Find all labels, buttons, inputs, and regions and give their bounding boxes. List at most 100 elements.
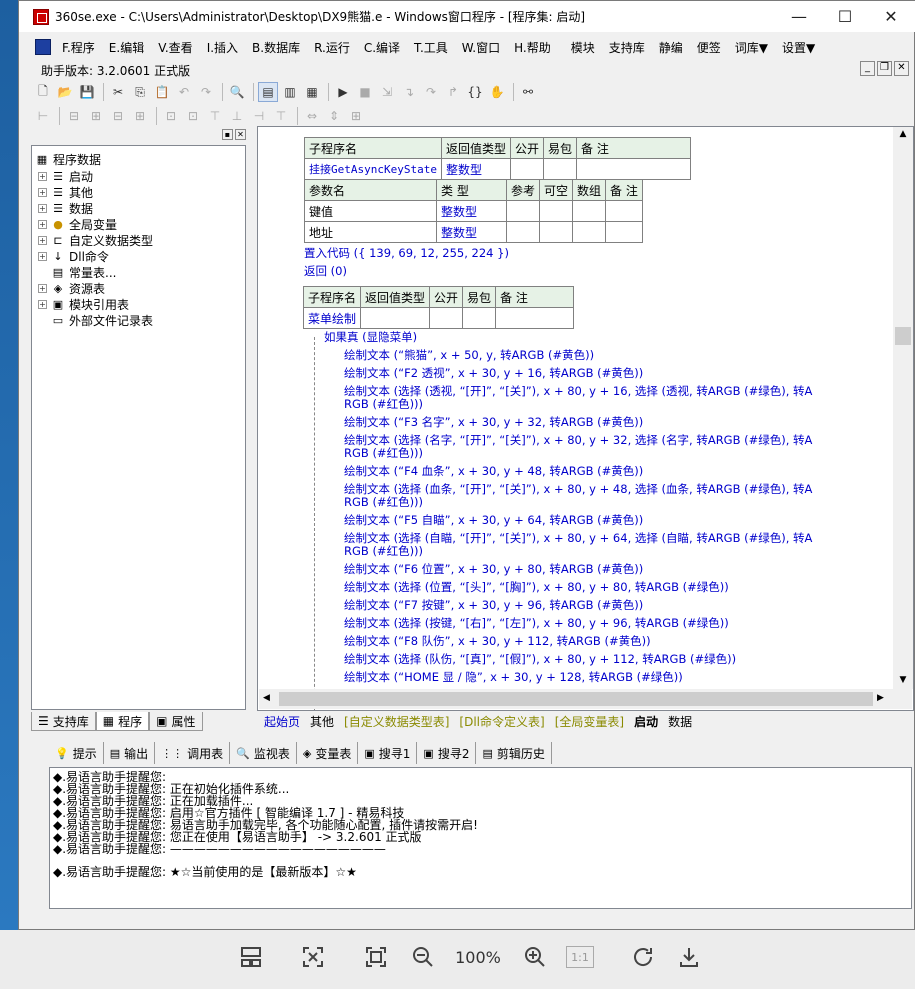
expand-icon[interactable]: + — [38, 299, 47, 309]
code-line[interactable]: 如果真 (显隐菜单) — [324, 328, 417, 346]
align-8-icon[interactable]: ⊥ — [227, 106, 247, 126]
code-line[interactable]: 置入代码 ({ 139, 69, 12, 255, 224 }) — [304, 244, 509, 262]
step-icon[interactable]: ⇲ — [377, 82, 397, 102]
sub1-pack[interactable] — [542, 158, 578, 180]
tab-clip-history[interactable]: ▤ 剪辑历史 — [476, 742, 552, 764]
mdi-close-icon[interactable]: ✕ — [894, 61, 909, 76]
align-left-icon[interactable]: ⊢ — [33, 106, 53, 126]
minimize-button[interactable]: — — [776, 1, 822, 32]
stop-icon[interactable]: ■ — [355, 82, 375, 102]
menu-settings[interactable]: 设置▼ — [775, 39, 822, 56]
new-file-icon[interactable]: 🗋 — [33, 82, 53, 102]
tree-item-other[interactable]: + ☰ 其他 — [38, 184, 93, 200]
redo-icon[interactable]: ↷ — [196, 82, 216, 102]
menu-tools[interactable]: T.工具 — [407, 39, 455, 56]
sub1-name[interactable]: 挂接GetAsyncKeyState — [304, 158, 442, 180]
code-line[interactable]: RGB (#红色))) — [344, 542, 423, 560]
menu-lexicon[interactable]: 词库▼ — [728, 39, 775, 56]
layout-3-icon[interactable]: ▦ — [302, 82, 322, 102]
align-2-icon[interactable]: ⊞ — [86, 106, 106, 126]
align-10-icon[interactable]: ⊤ — [271, 106, 291, 126]
code-line[interactable]: 绘制文本 (选择 (按键, “[右]”, “[左]”), x + 80, y +… — [344, 614, 729, 632]
param-type[interactable]: 整数型 — [436, 221, 507, 243]
tree-item-external-files[interactable]: ▭ 外部文件记录表 — [51, 312, 153, 328]
align-9-icon[interactable]: ⊣ — [249, 106, 269, 126]
tree-item-constants[interactable]: ▤ 常量表... — [51, 264, 117, 280]
expand-icon[interactable]: + — [38, 235, 47, 245]
code-editor[interactable]: 子程序名 返回值类型 公开 易包 备 注 挂接GetAsyncKeyState … — [257, 126, 914, 711]
tree-item-modules[interactable]: + ▣ 模块引用表 — [38, 296, 129, 312]
code-line[interactable]: 绘制文本 (“F2 透视”, x + 30, y + 16, 转ARGB (#黄… — [344, 364, 643, 382]
download-icon[interactable] — [674, 942, 704, 972]
code-line[interactable]: 绘制文本 (“F6 位置”, x + 30, y + 80, 转ARGB (#黄… — [344, 560, 643, 578]
code-line[interactable]: 绘制文本 (“F7 按键”, x + 30, y + 96, 转ARGB (#黄… — [344, 596, 643, 614]
scroll-right-icon[interactable]: ▶ — [877, 693, 884, 703]
code-line[interactable]: RGB (#红色))) — [344, 493, 423, 511]
cut-icon[interactable]: ✂ — [108, 82, 128, 102]
tree-item-custom-types[interactable]: + ⊏ 自定义数据类型 — [38, 232, 153, 248]
save-icon[interactable]: 💾 — [77, 82, 97, 102]
menu-database[interactable]: B.数据库 — [245, 39, 307, 56]
menu-insert[interactable]: I.插入 — [200, 39, 245, 56]
tab-call-table[interactable]: ⋮⋮ 调用表 — [155, 742, 231, 764]
sub1-remark[interactable] — [576, 158, 692, 180]
param-name[interactable]: 键值 — [304, 200, 437, 222]
code-line[interactable]: 绘制文本 (选择 (队伤, “[真]”, “[假]”), x + 80, y +… — [344, 650, 736, 668]
run-icon[interactable]: ▶ — [333, 82, 353, 102]
tree-item-startup[interactable]: + ☰ 启动 — [38, 168, 93, 184]
fullscreen-icon[interactable] — [361, 942, 391, 972]
tree-root[interactable]: ▦ 程序数据 — [35, 151, 101, 167]
scroll-thumb[interactable] — [895, 327, 911, 345]
menu-compile[interactable]: C.编译 — [357, 39, 407, 56]
menu-edit[interactable]: E.编辑 — [102, 39, 151, 56]
mdi-minimize-icon[interactable]: _ — [860, 61, 875, 76]
param-name[interactable]: 地址 — [304, 221, 437, 243]
find-icon[interactable]: 🔍 — [227, 82, 247, 102]
editor-vertical-scrollbar[interactable]: ▲ ▼ — [893, 127, 913, 689]
space-h-icon[interactable]: ⇔ — [302, 106, 322, 126]
hscroll-thumb[interactable] — [279, 692, 873, 706]
menu-window[interactable]: W.窗口 — [455, 39, 507, 56]
tree-item-globals[interactable]: + ● 全局变量 — [38, 216, 117, 232]
tab-search1[interactable]: ▣ 搜寻1 — [358, 742, 418, 764]
close-button[interactable]: ✕ — [868, 1, 914, 32]
sub1-public[interactable] — [509, 158, 545, 180]
mdi-restore-icon[interactable]: ❐ — [877, 61, 892, 76]
binoculars-icon[interactable]: ⚯ — [518, 82, 538, 102]
align-4-icon[interactable]: ⊞ — [130, 106, 150, 126]
step-out-icon[interactable]: ↱ — [443, 82, 463, 102]
tree-item-dll[interactable]: + ↓ Dll命令 — [38, 248, 109, 264]
expand-icon[interactable]: + — [38, 283, 47, 293]
scroll-left-icon[interactable]: ◀ — [263, 693, 270, 703]
actual-size-button[interactable]: 1:1 — [566, 946, 594, 968]
expand-icon[interactable]: + — [38, 187, 47, 197]
scroll-up-icon[interactable]: ▲ — [895, 129, 911, 143]
zoom-out-icon[interactable] — [408, 942, 438, 972]
layout-1-icon[interactable]: ▤ — [258, 82, 278, 102]
menu-static-compile[interactable]: 静编 — [652, 39, 690, 56]
menu-module[interactable]: 模块 — [564, 39, 602, 56]
tab-start-page[interactable]: 起始页 — [259, 713, 305, 730]
tab-properties[interactable]: ▣ 属性 — [149, 712, 203, 731]
layout-icon[interactable] — [236, 942, 266, 972]
tab-custom-types[interactable]: [自定义数据类型表] — [339, 713, 454, 730]
align-5-icon[interactable]: ⊡ — [161, 106, 181, 126]
tab-startup[interactable]: 启动 — [629, 713, 663, 730]
param-type[interactable]: 整数型 — [436, 200, 507, 222]
code-line[interactable]: 绘制文本 (“F8 队伤”, x + 30, y + 112, 转ARGB (#… — [344, 632, 651, 650]
code-line[interactable]: 绘制文本 (“F4 血条”, x + 30, y + 48, 转ARGB (#黄… — [344, 462, 643, 480]
tab-watch[interactable]: 🔍 监视表 — [230, 742, 297, 764]
expand-icon[interactable]: + — [38, 171, 47, 181]
tab-dll-table[interactable]: [Dll命令定义表] — [454, 713, 549, 730]
copy-icon[interactable]: ⎘ — [130, 82, 150, 102]
editor-horizontal-scrollbar[interactable]: ◀ ▶ — [259, 689, 912, 709]
tree-item-data[interactable]: + ☰ 数据 — [38, 200, 93, 216]
document-icon[interactable] — [35, 39, 51, 55]
tab-output[interactable]: ▤ 输出 — [104, 742, 156, 764]
tab-other[interactable]: 其他 — [305, 713, 339, 730]
space-v-icon[interactable]: ⇕ — [324, 106, 344, 126]
braces-icon[interactable]: {} — [465, 82, 485, 102]
step-over-icon[interactable]: ↷ — [421, 82, 441, 102]
step-into-icon[interactable]: ↴ — [399, 82, 419, 102]
code-line[interactable]: RGB (#红色))) — [344, 444, 423, 462]
